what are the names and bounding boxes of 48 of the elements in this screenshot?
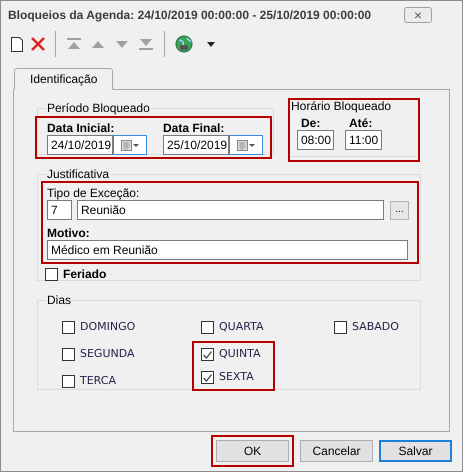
reason-field[interactable]: Médico em Reunião bbox=[47, 240, 408, 260]
window-title: Bloqueios da Agenda: 24/10/2019 00:00:00 - 25/10/2019 00:00:00 bbox=[8, 6, 372, 24]
date-picker-button[interactable] bbox=[113, 135, 147, 155]
day-checkbox[interactable] bbox=[334, 321, 347, 334]
day-checkbox[interactable] bbox=[201, 321, 214, 334]
delete-icon[interactable] bbox=[31, 37, 45, 51]
day-label: SEXTA bbox=[219, 369, 254, 386]
browse-button[interactable]: ... bbox=[390, 200, 409, 220]
day-label: SABADO bbox=[352, 319, 399, 336]
date-field[interactable]: 24/10/2019 bbox=[47, 135, 113, 155]
day-checkbox[interactable] bbox=[201, 371, 214, 384]
field-label: Tipo de Exceção: bbox=[47, 185, 140, 200]
holiday-checkbox[interactable] bbox=[45, 268, 58, 280]
date-field[interactable]: 25/10/2019 bbox=[163, 135, 229, 155]
day-checkbox[interactable] bbox=[62, 348, 75, 361]
group-legend: Justificativa bbox=[46, 168, 110, 181]
globe-icon[interactable] bbox=[175, 35, 193, 53]
field-label: Até: bbox=[348, 115, 374, 130]
day-label: TERCA bbox=[80, 373, 116, 390]
dropdown-caret-icon[interactable] bbox=[207, 42, 215, 46]
group-legend: Horário Bloqueado bbox=[291, 100, 392, 113]
day-checkbox[interactable] bbox=[201, 348, 214, 361]
group-legend: Dias bbox=[46, 294, 72, 307]
code-field[interactable]: 7 bbox=[47, 200, 72, 220]
group-legend: Período Bloqueado bbox=[46, 102, 151, 115]
time-field[interactable]: 11:00 bbox=[345, 130, 382, 150]
dialog-button[interactable]: Salvar bbox=[379, 440, 452, 462]
field-label: De: bbox=[300, 115, 322, 130]
day-checkbox[interactable] bbox=[62, 321, 75, 334]
checkbox-label: Feriado bbox=[63, 266, 106, 283]
field-label: Motivo: bbox=[47, 225, 91, 240]
calendar-icon bbox=[121, 140, 139, 150]
day-label: DOMINGO bbox=[80, 319, 136, 336]
new-document-icon[interactable] bbox=[11, 36, 23, 52]
field-label: Data Inicial: bbox=[47, 120, 116, 135]
day-label: SEGUNDA bbox=[80, 346, 135, 362]
dialog-button[interactable]: OK bbox=[216, 440, 289, 462]
date-picker-button[interactable] bbox=[229, 135, 263, 155]
field-label: Data Final: bbox=[163, 120, 226, 135]
exception-type-field[interactable]: Reunião bbox=[77, 200, 384, 220]
tab[interactable]: Identificação bbox=[14, 68, 114, 90]
dialog-button[interactable]: Cancelar bbox=[300, 440, 373, 462]
day-label: QUARTA bbox=[219, 319, 264, 336]
time-field[interactable]: 08:00 bbox=[297, 130, 334, 150]
day-label: QUINTA bbox=[219, 346, 261, 362]
day-checkbox[interactable] bbox=[62, 375, 75, 388]
close-button[interactable]: × bbox=[404, 6, 432, 22]
calendar-icon bbox=[237, 140, 255, 150]
